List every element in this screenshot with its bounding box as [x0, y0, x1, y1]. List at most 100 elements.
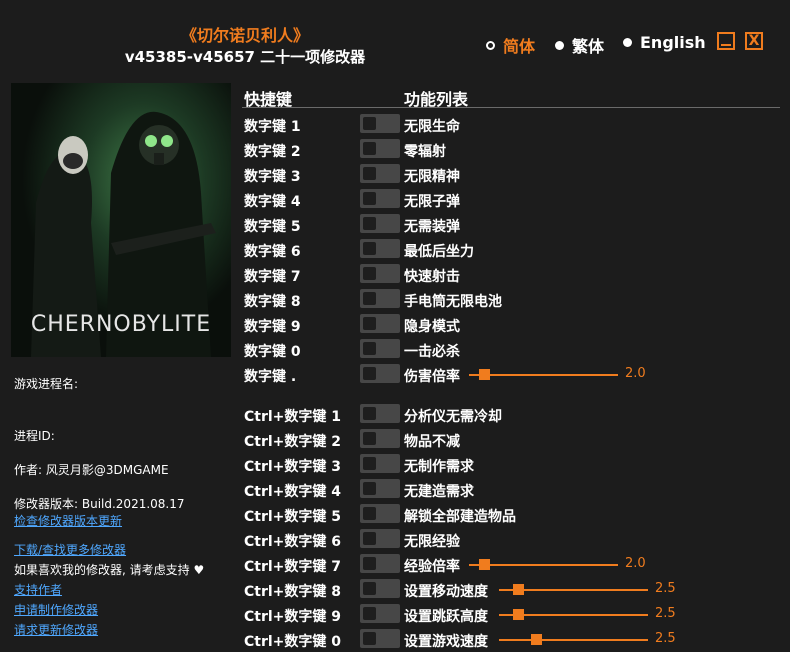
- cheat-toggle[interactable]: [360, 429, 400, 448]
- slider-handle[interactable]: [479, 369, 490, 380]
- cheat-hotkey: 数字键 9: [244, 319, 301, 335]
- cheat-function-name: 设置移动速度: [404, 584, 488, 600]
- game-title: 《切尔诺贝利人》: [180, 26, 309, 45]
- support-author-link[interactable]: 支持作者: [14, 581, 62, 598]
- process-name-label: 游戏进程名:: [14, 377, 79, 391]
- cheat-row: 数字键 2 零辐射: [244, 137, 784, 162]
- cheat-row: Ctrl+数字键 6 无限经验: [244, 527, 784, 552]
- cheat-toggle[interactable]: [360, 604, 400, 623]
- cheat-function-name: 分析仪无需冷却: [404, 409, 502, 425]
- cheat-function-name: 无建造需求: [404, 484, 474, 500]
- cheat-toggle[interactable]: [360, 189, 400, 208]
- download-more-link[interactable]: 下载/查找更多修改器: [14, 541, 126, 558]
- cheat-toggle[interactable]: [360, 314, 400, 333]
- cheat-toggle[interactable]: [360, 629, 400, 648]
- cheat-function-name: 手电筒无限电池: [404, 294, 502, 310]
- cheat-slider[interactable]: [469, 559, 618, 570]
- cheat-function-name: 设置跳跃高度: [404, 609, 488, 625]
- cheat-toggle[interactable]: [360, 364, 400, 383]
- cheat-toggle[interactable]: [360, 579, 400, 598]
- cheat-row: 数字键 1 无限生命: [244, 112, 784, 137]
- trainer-subtitle: v45385-v45657 二十一项修改器: [124, 48, 366, 66]
- cheat-function-name: 无限经验: [404, 534, 460, 550]
- cheat-row: 数字键 0 一击必杀: [244, 337, 784, 362]
- cheat-function-name: 零辐射: [404, 144, 446, 160]
- game-cover-image: CHERNOBYLITE: [11, 83, 231, 357]
- slider-value: 2.0: [625, 366, 646, 381]
- cheat-row: 数字键 . 伤害倍率 2.0: [244, 362, 784, 387]
- close-button[interactable]: X: [745, 32, 763, 50]
- cheat-toggle[interactable]: [360, 454, 400, 473]
- cheat-toggle[interactable]: [360, 289, 400, 308]
- cheat-toggle[interactable]: [360, 214, 400, 233]
- cheat-function-name: 无限生命: [404, 119, 460, 135]
- cheat-slider[interactable]: [499, 584, 648, 595]
- cheat-row: 数字键 8 手电筒无限电池: [244, 287, 784, 312]
- radio-icon: [623, 38, 632, 47]
- check-update-link[interactable]: 检查修改器版本更新: [14, 512, 122, 529]
- cheat-hotkey: 数字键 2: [244, 144, 301, 160]
- cheat-toggle[interactable]: [360, 164, 400, 183]
- radio-icon: [555, 40, 564, 50]
- cheat-row: Ctrl+数字键 3 无制作需求: [244, 452, 784, 477]
- minimize-button[interactable]: [717, 32, 735, 50]
- cheat-hotkey: Ctrl+数字键 0: [244, 634, 342, 650]
- cheat-function-name: 隐身模式: [404, 319, 460, 335]
- cheat-hotkey: 数字键 8: [244, 294, 301, 310]
- cheat-hotkey: 数字键 1: [244, 119, 301, 135]
- cheat-toggle[interactable]: [360, 529, 400, 548]
- slider-handle[interactable]: [513, 584, 524, 595]
- cheat-row: 数字键 7 快速射击: [244, 262, 784, 287]
- cheat-row: Ctrl+数字键 5 解锁全部建造物品: [244, 502, 784, 527]
- cheat-toggle[interactable]: [360, 479, 400, 498]
- cheat-hotkey: 数字键 5: [244, 219, 301, 235]
- cheat-toggle[interactable]: [360, 139, 400, 158]
- cheat-function-name: 物品不减: [404, 434, 460, 450]
- cheat-toggle[interactable]: [360, 504, 400, 523]
- cheat-row: Ctrl+数字键 1 分析仪无需冷却: [244, 402, 784, 427]
- request-update-link[interactable]: 请求更新修改器: [14, 621, 98, 638]
- cheat-hotkey: Ctrl+数字键 1: [244, 409, 342, 425]
- cheat-row: Ctrl+数字键 9 设置跳跃高度 2.5: [244, 602, 784, 627]
- lang-traditional[interactable]: 繁体: [555, 33, 604, 57]
- cheat-row: 数字键 6 最低后坐力: [244, 237, 784, 262]
- cheat-function-name: 设置游戏速度: [404, 634, 488, 650]
- slider-handle[interactable]: [531, 634, 542, 645]
- request-make-link[interactable]: 申请制作修改器: [14, 601, 98, 618]
- author-label: 作者: 风灵月影@3DMGAME: [14, 463, 169, 477]
- slider-handle[interactable]: [513, 609, 524, 620]
- cheat-slider[interactable]: [469, 369, 618, 380]
- cheat-toggle[interactable]: [360, 554, 400, 573]
- lang-simplified[interactable]: 简体: [486, 33, 535, 57]
- cheat-hotkey: 数字键 6: [244, 244, 301, 260]
- cheat-function-name: 一击必杀: [404, 344, 460, 360]
- cheat-row: 数字键 9 隐身模式: [244, 312, 784, 337]
- lang-english[interactable]: English: [623, 33, 706, 52]
- support-text: 如果喜欢我的修改器, 请考虑支持 ♥: [14, 563, 205, 577]
- slider-value: 2.5: [655, 581, 676, 596]
- cheat-hotkey: 数字键 .: [244, 369, 297, 385]
- slider-handle[interactable]: [479, 559, 490, 570]
- cheat-toggle[interactable]: [360, 114, 400, 133]
- radio-selected-icon: [486, 40, 495, 50]
- cheat-function-name: 最低后坐力: [404, 244, 474, 260]
- cheat-function-name: 无限精神: [404, 169, 460, 185]
- cheat-hotkey: 数字键 3: [244, 169, 301, 185]
- game-logo: CHERNOBYLITE: [30, 312, 212, 337]
- cheat-function-name: 无限子弹: [404, 194, 460, 210]
- cheat-row: Ctrl+数字键 0 设置游戏速度 2.5: [244, 627, 784, 652]
- cheat-slider[interactable]: [499, 634, 648, 645]
- cheat-function-name: 无需装弹: [404, 219, 460, 235]
- cheat-toggle[interactable]: [360, 339, 400, 358]
- cheat-slider[interactable]: [499, 609, 648, 620]
- cheat-hotkey: Ctrl+数字键 8: [244, 584, 342, 600]
- cheat-hotkey: 数字键 0: [244, 344, 301, 360]
- cheat-toggle[interactable]: [360, 404, 400, 423]
- cheat-toggle[interactable]: [360, 239, 400, 258]
- cheat-toggle[interactable]: [360, 264, 400, 283]
- cheat-hotkey: 数字键 4: [244, 194, 301, 210]
- cheat-row: Ctrl+数字键 4 无建造需求: [244, 477, 784, 502]
- cheat-function-name: 无制作需求: [404, 459, 474, 475]
- cheat-function-name: 快速射击: [404, 269, 460, 285]
- cheat-row: 数字键 3 无限精神: [244, 162, 784, 187]
